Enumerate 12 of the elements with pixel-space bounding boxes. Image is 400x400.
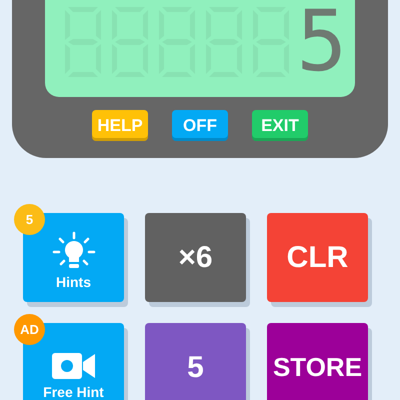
key-button[interactable]: CLR [267, 213, 368, 302]
off-button[interactable]: OFF [172, 110, 228, 141]
key-button[interactable]: 5 [145, 323, 246, 400]
exit-button[interactable]: EXIT [252, 110, 308, 141]
lightbulb-icon [52, 231, 96, 271]
count-badge: 5 [14, 204, 45, 235]
display-value: 5 [296, 5, 338, 79]
count-badge: AD [14, 314, 45, 345]
video-camera-icon [52, 351, 96, 381]
key-button[interactable]: ×6 [145, 213, 246, 302]
help-button[interactable]: HELP [92, 110, 148, 141]
key-button[interactable]: STORE [267, 323, 368, 400]
